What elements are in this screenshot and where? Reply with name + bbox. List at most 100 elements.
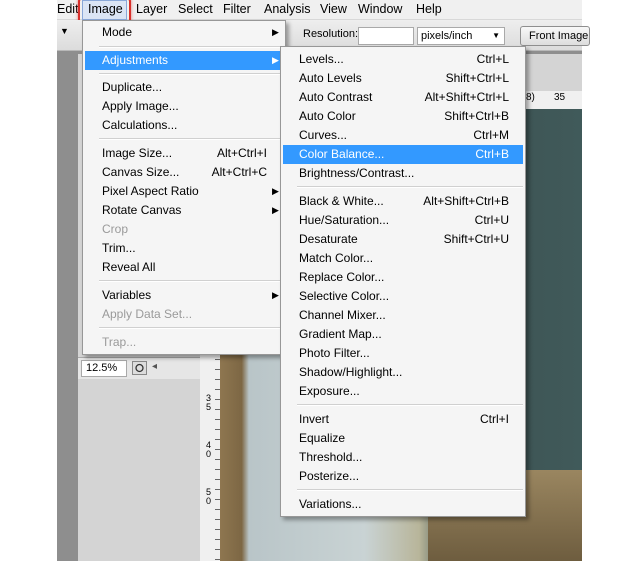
menu-item-label: Trap... — [102, 335, 137, 349]
resolution-field[interactable] — [358, 27, 414, 45]
menu-separator — [99, 138, 281, 140]
menu-item-image-size[interactable]: Image Size... Alt+Ctrl+I — [85, 144, 283, 163]
menu-item-shortcut: Shift+Ctrl+U — [443, 232, 509, 246]
menu-item-rotate-canvas[interactable]: Rotate Canvas ▶ — [85, 201, 283, 220]
menu-item-brightness-contrast[interactable]: Brightness/Contrast... — [283, 164, 523, 183]
menu-item-auto-levels[interactable]: Auto Levels Shift+Ctrl+L — [283, 69, 523, 88]
menu-item-posterize[interactable]: Posterize... — [283, 467, 523, 486]
menu-item-channel-mixer[interactable]: Channel Mixer... — [283, 306, 523, 325]
menu-item-label: Threshold... — [299, 450, 363, 464]
menu-item-label: Brightness/Contrast... — [299, 166, 415, 180]
menu-item-label: Duplicate... — [102, 80, 163, 94]
menu-item-canvas-size[interactable]: Canvas Size... Alt+Ctrl+C — [85, 163, 283, 182]
submenu-arrow-icon: ▶ — [272, 205, 279, 215]
menu-item-label: Channel Mixer... — [299, 308, 386, 322]
menu-separator — [297, 489, 523, 491]
menu-separator — [297, 404, 523, 406]
menu-item-adjustments[interactable]: Adjustments ▶ — [85, 51, 283, 70]
menu-item-photo-filter[interactable]: Photo Filter... — [283, 344, 523, 363]
menu-item-apply-data-set: Apply Data Set... — [85, 305, 283, 324]
front-image-button[interactable]: Front Image — [520, 26, 590, 46]
menu-item-shortcut: Alt+Ctrl+C — [211, 165, 267, 179]
menu-item-shortcut: Alt+Shift+Ctrl+L — [424, 90, 509, 104]
menu-item-auto-color[interactable]: Auto Color Shift+Ctrl+B — [283, 107, 523, 126]
menu-item-shortcut: Alt+Ctrl+I — [216, 146, 267, 160]
menu-item-match-color[interactable]: Match Color... — [283, 249, 523, 268]
menu-help[interactable]: Help — [416, 2, 442, 16]
menu-analysis[interactable]: Analysis — [264, 2, 311, 16]
menu-item-label: Adjustments — [102, 53, 169, 67]
menu-item-label: Hue/Saturation... — [299, 213, 390, 227]
menu-edit[interactable]: Edit — [57, 2, 79, 16]
menu-item-label: Reveal All — [102, 260, 156, 274]
menu-item-label: Black & White... — [299, 194, 384, 208]
menu-item-label: Color Balance... — [299, 147, 385, 161]
menu-item-label: Exposure... — [299, 384, 360, 398]
menu-item-hue-saturation[interactable]: Hue/Saturation... Ctrl+U — [283, 211, 523, 230]
menu-item-duplicate[interactable]: Duplicate... — [85, 78, 283, 97]
menu-item-label: Rotate Canvas — [102, 203, 182, 217]
menu-item-label: Levels... — [299, 52, 344, 66]
menu-item-shortcut: Ctrl+B — [475, 147, 509, 161]
menu-item-shadow-highlight[interactable]: Shadow/Highlight... — [283, 363, 523, 382]
menu-item-shortcut: Shift+Ctrl+L — [445, 71, 509, 85]
image-menu: Mode ▶ Adjustments ▶ Duplicate... Apply … — [82, 20, 286, 355]
menu-item-selective-color[interactable]: Selective Color... — [283, 287, 523, 306]
menu-item-color-balance[interactable]: Color Balance... Ctrl+B — [283, 145, 523, 164]
menu-item-label: Pixel Aspect Ratio — [102, 184, 199, 198]
menu-filter[interactable]: Filter — [223, 2, 251, 16]
menu-select[interactable]: Select — [178, 2, 213, 16]
menu-item-equalize[interactable]: Equalize — [283, 429, 523, 448]
menu-item-gradient-map[interactable]: Gradient Map... — [283, 325, 523, 344]
menu-item-calculations[interactable]: Calculations... — [85, 116, 283, 135]
menu-item-label: Image Size... — [102, 146, 173, 160]
menu-item-label: Gradient Map... — [299, 327, 382, 341]
menu-item-exposure[interactable]: Exposure... — [283, 382, 523, 401]
menu-item-label: Auto Color — [299, 109, 356, 123]
unit-select[interactable]: pixels/inch ▼ — [417, 27, 505, 45]
menu-item-shortcut: Ctrl+L — [476, 52, 509, 66]
menu-separator — [99, 73, 281, 75]
status-menu-button[interactable] — [132, 361, 147, 375]
menu-item-label: Canvas Size... — [102, 165, 180, 179]
scroll-left-icon[interactable]: ◂ — [152, 361, 157, 372]
menu-item-label: Calculations... — [102, 118, 178, 132]
menu-item-variations[interactable]: Variations... — [283, 495, 523, 514]
resolution-label: Resolution: — [303, 28, 359, 40]
zoom-field[interactable]: 12.5% — [81, 360, 127, 377]
menu-separator — [99, 46, 281, 48]
menu-item-crop: Crop — [85, 220, 283, 239]
menu-item-mode[interactable]: Mode ▶ — [85, 23, 283, 42]
menu-item-label: Trim... — [102, 241, 136, 255]
menu-item-invert[interactable]: Invert Ctrl+I — [283, 410, 523, 429]
menu-item-threshold[interactable]: Threshold... — [283, 448, 523, 467]
menu-item-shortcut: Alt+Shift+Ctrl+B — [423, 194, 509, 208]
submenu-arrow-icon: ▶ — [272, 27, 279, 37]
menu-item-label: Desaturate — [299, 232, 358, 246]
menu-item-trim[interactable]: Trim... — [85, 239, 283, 258]
menu-layer[interactable]: Layer — [136, 2, 167, 16]
menu-item-shortcut: Shift+Ctrl+B — [444, 109, 509, 123]
menu-item-label: Auto Levels — [299, 71, 362, 85]
menu-view[interactable]: View — [320, 2, 347, 16]
menu-item-desaturate[interactable]: Desaturate Shift+Ctrl+U — [283, 230, 523, 249]
menu-item-label: Shadow/Highlight... — [299, 365, 403, 379]
menu-item-label: Invert — [299, 412, 330, 426]
menu-item-label: Selective Color... — [299, 289, 390, 303]
menu-item-apply-image[interactable]: Apply Image... — [85, 97, 283, 116]
menu-item-label: Mode — [102, 25, 133, 39]
menu-item-trap: Trap... — [85, 333, 283, 352]
submenu-arrow-icon: ▶ — [272, 290, 279, 300]
menu-window[interactable]: Window — [358, 2, 402, 16]
menu-item-replace-color[interactable]: Replace Color... — [283, 268, 523, 287]
menu-item-levels[interactable]: Levels... Ctrl+L — [283, 50, 523, 69]
menu-item-label: Variations... — [299, 497, 362, 511]
chevron-down-icon[interactable]: ▼ — [60, 26, 69, 36]
menu-item-pixel-aspect-ratio[interactable]: Pixel Aspect Ratio ▶ — [85, 182, 283, 201]
menu-item-reveal-all[interactable]: Reveal All — [85, 258, 283, 277]
menu-item-variables[interactable]: Variables ▶ — [85, 286, 283, 305]
submenu-arrow-icon: ▶ — [272, 55, 279, 65]
menu-item-auto-contrast[interactable]: Auto Contrast Alt+Shift+Ctrl+L — [283, 88, 523, 107]
menu-item-curves[interactable]: Curves... Ctrl+M — [283, 126, 523, 145]
menu-item-black-white[interactable]: Black & White... Alt+Shift+Ctrl+B — [283, 192, 523, 211]
